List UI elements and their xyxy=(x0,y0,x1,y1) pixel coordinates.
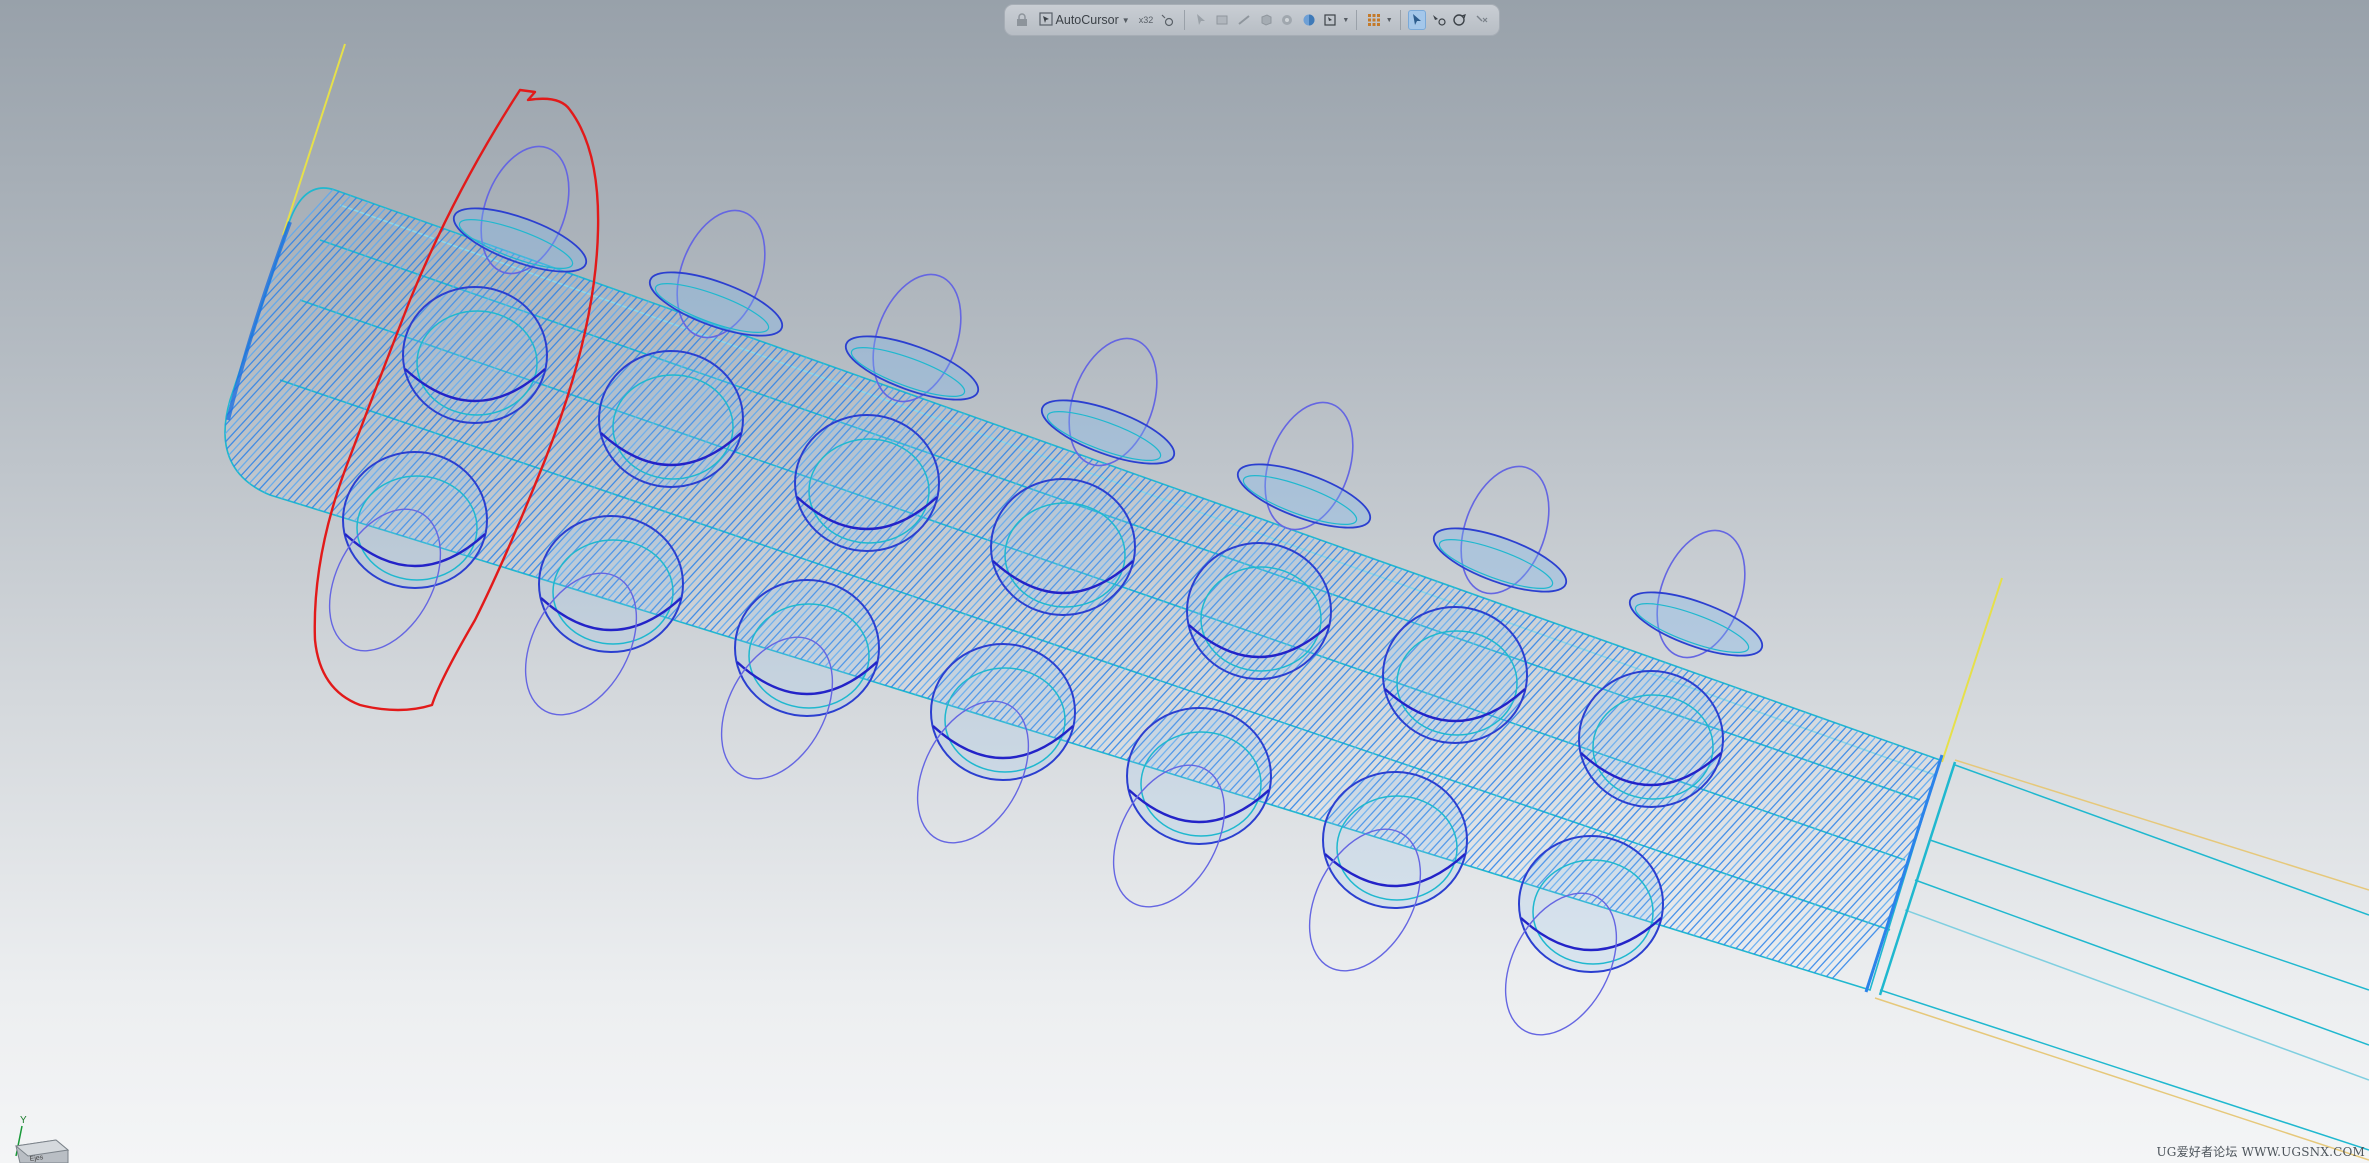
cad-model-wireframe xyxy=(224,43,2369,1161)
chevron-down-icon: ▼ xyxy=(1121,15,1130,25)
graphics-viewport[interactable]: AutoCursor ▼ x32 ▼ ▼ Y Ejes UG爱好者论坛 WWW.… xyxy=(0,0,2369,1163)
hole-feature xyxy=(794,414,940,552)
hole-feature xyxy=(1308,771,1468,972)
hole-feature xyxy=(916,643,1076,844)
select-feature-icon[interactable] xyxy=(1278,10,1297,30)
select-face-icon[interactable] xyxy=(1213,10,1232,30)
triad-y-label: Y xyxy=(20,1115,27,1126)
hole-feature xyxy=(720,579,880,780)
hole-feature xyxy=(1040,337,1176,467)
zoom-icon[interactable] xyxy=(1472,10,1491,30)
hole-feature xyxy=(598,350,744,488)
chevron-down-icon[interactable]: ▼ xyxy=(1342,17,1349,24)
hole-feature xyxy=(452,145,588,275)
select-arrow-icon[interactable] xyxy=(1192,10,1211,30)
shaded-view-icon[interactable] xyxy=(1299,10,1318,30)
hole-feature xyxy=(1628,529,1764,659)
lock-icon[interactable] xyxy=(1013,10,1032,30)
select-edge-icon[interactable] xyxy=(1235,10,1254,30)
hole-feature xyxy=(1112,707,1272,908)
hole-feature xyxy=(1382,606,1528,744)
pan-icon[interactable] xyxy=(1451,10,1470,30)
hole-feature xyxy=(1432,465,1568,595)
hole-feature xyxy=(1504,835,1664,1036)
scale-icon[interactable]: x32 xyxy=(1137,10,1156,30)
shaft-edges xyxy=(1864,754,2369,1161)
select-filter-icon xyxy=(1038,11,1053,29)
hole-feature xyxy=(1578,670,1724,808)
toolbar-divider xyxy=(1356,10,1358,30)
toolbar-divider xyxy=(1399,10,1401,30)
selection-toolbar: AutoCursor ▼ x32 ▼ ▼ xyxy=(1004,4,1500,36)
hole-feature xyxy=(990,478,1136,616)
datum-axis-right xyxy=(1941,577,2003,763)
rotate-view-icon[interactable] xyxy=(1429,10,1448,30)
chevron-down-icon[interactable]: ▼ xyxy=(1386,17,1393,24)
snap-point-icon[interactable] xyxy=(1158,10,1177,30)
forum-watermark: UG爱好者论坛 WWW.UGSNX.COM xyxy=(2156,1145,2365,1159)
orientation-triad[interactable]: Y Ejes xyxy=(6,1112,70,1163)
view-orient-icon[interactable] xyxy=(1321,10,1340,30)
toolpath-hatching xyxy=(225,188,1940,990)
toolbar-divider xyxy=(1183,10,1185,30)
selection-filter-dropdown[interactable]: AutoCursor ▼ xyxy=(1035,9,1134,31)
scale-label: x32 xyxy=(1138,15,1154,25)
grid-icon[interactable] xyxy=(1364,10,1383,30)
selection-filter-value: AutoCursor xyxy=(1055,13,1119,27)
hole-feature xyxy=(402,286,548,424)
hole-feature xyxy=(1236,401,1372,531)
datum-axis-left xyxy=(282,43,346,236)
hole-feature xyxy=(1186,542,1332,680)
select-body-icon[interactable] xyxy=(1256,10,1275,30)
pointer-icon[interactable] xyxy=(1407,10,1427,30)
